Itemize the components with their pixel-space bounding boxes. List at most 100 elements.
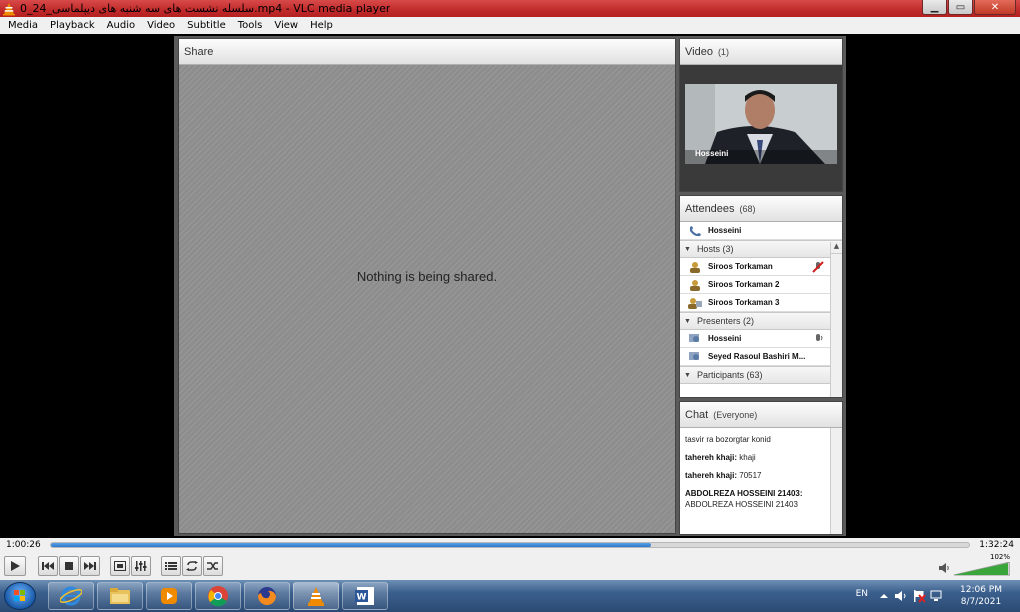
playlist-button[interactable] (161, 556, 181, 576)
attendee-row[interactable]: Hosseini (680, 330, 842, 348)
fullscreen-icon (114, 561, 126, 571)
volume-tray-icon[interactable] (894, 589, 908, 603)
playback-controls: 102% (0, 552, 1020, 580)
menu-playback[interactable]: Playback (44, 20, 101, 31)
stop-button[interactable] (59, 556, 79, 576)
menu-view[interactable]: View (268, 20, 304, 31)
share-empty-message: Nothing is being shared. (356, 268, 498, 284)
scroll-up-icon[interactable]: ▲ (831, 242, 842, 254)
attendee-row[interactable]: Siroos Torkaman (680, 258, 842, 276)
seek-slider[interactable] (50, 542, 970, 548)
internet-explorer-icon (60, 586, 82, 606)
extended-settings-button[interactable] (131, 556, 151, 576)
attendees-header: Attendees (68) (680, 196, 842, 222)
media-player-icon (161, 588, 177, 604)
windows-taskbar: W EN 12:06 PM 8/7/2021 (0, 580, 1020, 612)
action-center-flag-icon[interactable] (912, 589, 926, 603)
network-icon[interactable] (930, 589, 944, 603)
system-clock[interactable]: 12:06 PM 8/7/2021 (960, 584, 1002, 608)
close-button[interactable]: ✕ (974, 0, 1016, 15)
total-time[interactable]: 1:32:24 (979, 540, 1014, 550)
chat-message: ABDOLREZA HOSSEINI 21403: ABDOLREZA HOSS… (685, 488, 825, 510)
attendee-name: Seyed Rasoul Bashiri M... (708, 352, 806, 361)
menu-tools[interactable]: Tools (232, 20, 269, 31)
host-user-icon (690, 261, 700, 273)
chrome-icon (208, 586, 228, 607)
presenter-user-icon (689, 333, 699, 342)
clock-date: 8/7/2021 (960, 597, 1002, 607)
group-participants[interactable]: ▼ Participants (63) (680, 366, 842, 384)
folder-icon (110, 588, 130, 604)
speaker-icon[interactable] (938, 562, 950, 574)
chat-message-text: ABDOLREZA HOSSEINI 21403 (685, 500, 798, 509)
volume-control[interactable]: 102% (938, 553, 1010, 576)
attendees-count: (68) (739, 203, 756, 214)
webcam-feed: Hosseini (685, 84, 837, 164)
show-hidden-icons-icon[interactable] (880, 592, 888, 600)
group-presenters-label: Presenters (2) (696, 316, 754, 326)
taskbar-explorer[interactable] (97, 582, 143, 610)
volume-level: 102% (989, 553, 1010, 561)
menu-media[interactable]: Media (2, 20, 44, 31)
attendees-pod: Attendees (68) Hosseini ▼ Hosts (3) Siro… (679, 195, 843, 398)
menu-help[interactable]: Help (304, 20, 339, 31)
attendee-row[interactable]: Siroos Torkaman 3 (680, 294, 842, 312)
video-pod-title: Video (685, 45, 713, 58)
chat-sender: tahereh khaji: (685, 471, 738, 480)
next-button[interactable] (80, 556, 100, 576)
menu-video[interactable]: Video (141, 20, 181, 31)
stop-icon (65, 562, 73, 570)
elapsed-time[interactable]: 1:00:26 (6, 540, 41, 550)
start-button[interactable] (4, 582, 36, 610)
chat-sender: tahereh khaji: (685, 453, 738, 462)
collapse-arrow-icon[interactable]: ▼ (684, 246, 691, 253)
window-title: سلسله نشست های سه شنبه های دیپلماسی_24_0… (20, 2, 391, 15)
host-user-group-icon (688, 297, 702, 309)
collapse-arrow-icon[interactable]: ▼ (684, 372, 691, 379)
windows-logo-icon (14, 590, 25, 601)
attendee-name: Siroos Torkaman 3 (708, 298, 780, 307)
vlc-cone-icon (3, 2, 15, 15)
current-speaker-name: Hosseini (708, 226, 742, 235)
taskbar-vlc[interactable] (293, 582, 339, 610)
chat-message: tahereh khaji: khaji (685, 452, 825, 463)
loop-icon (186, 561, 198, 571)
clock-time: 12:06 PM (960, 585, 1002, 595)
menu-subtitle[interactable]: Subtitle (181, 20, 232, 31)
taskbar-ie[interactable] (48, 582, 94, 610)
minimize-button[interactable]: ▁ (922, 0, 947, 15)
previous-icon (42, 562, 54, 570)
attendee-row[interactable]: Siroos Torkaman 2 (680, 276, 842, 294)
volume-slider[interactable] (954, 562, 1010, 576)
maximize-button[interactable]: ▭ (948, 0, 973, 15)
menu-bar: Media Playback Audio Video Subtitle Tool… (0, 17, 1020, 34)
attendees-scrollbar[interactable]: ▲ (830, 242, 842, 397)
menu-audio[interactable]: Audio (101, 20, 141, 31)
chat-header: Chat (Everyone) (680, 402, 842, 428)
collapse-arrow-icon[interactable]: ▼ (684, 318, 691, 325)
taskbar-firefox[interactable] (244, 582, 290, 610)
group-presenters[interactable]: ▼ Presenters (2) (680, 312, 842, 330)
fullscreen-button[interactable] (110, 556, 130, 576)
attendee-row[interactable]: Seyed Rasoul Bashiri M... (680, 348, 842, 366)
language-indicator[interactable]: EN (856, 589, 868, 599)
play-button[interactable] (4, 556, 26, 576)
group-hosts[interactable]: ▼ Hosts (3) (680, 240, 842, 258)
chat-scrollbar[interactable] (830, 428, 842, 534)
firefox-icon (258, 587, 276, 605)
taskbar-chrome[interactable] (195, 582, 241, 610)
seek-bar-area: 1:00:26 1:32:24 (0, 538, 1020, 552)
loop-button[interactable] (182, 556, 202, 576)
presenter-user-icon (689, 351, 699, 360)
chat-title: Chat (685, 408, 709, 421)
taskbar-word[interactable]: W (342, 582, 388, 610)
chat-pod: Chat (Everyone) tasvir ra bozorgtar koni… (679, 401, 843, 535)
chat-messages: tasvir ra bozorgtar konid tahereh khaji:… (680, 428, 830, 534)
shuffle-button[interactable] (203, 556, 223, 576)
play-icon (11, 561, 20, 571)
video-pod-header: Video (1) (680, 39, 842, 65)
taskbar-media[interactable] (146, 582, 192, 610)
equalizer-icon (135, 561, 147, 571)
microphone-muted-icon (812, 261, 824, 273)
previous-button[interactable] (38, 556, 58, 576)
